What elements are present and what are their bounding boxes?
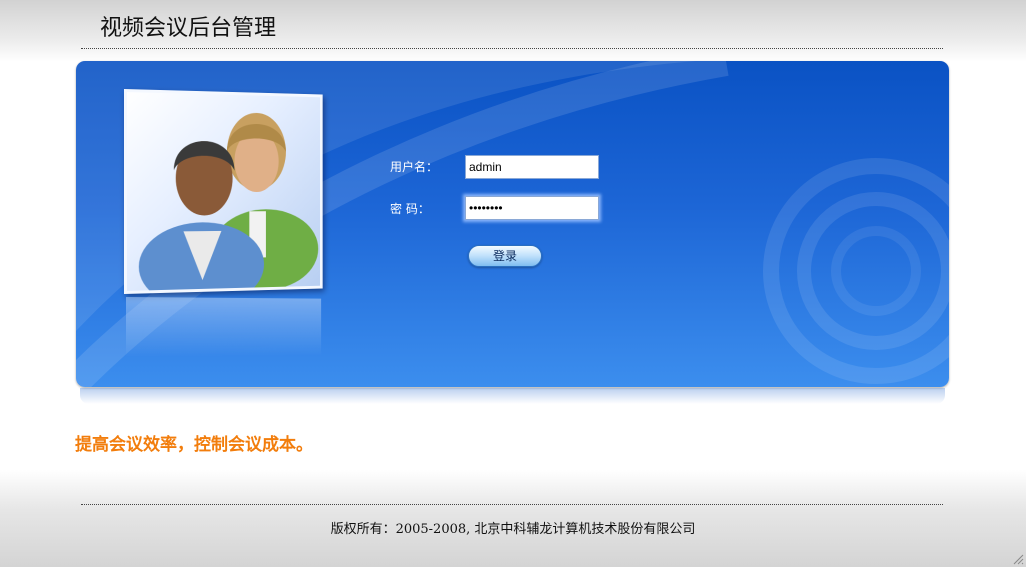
username-input[interactable] <box>465 155 599 179</box>
page-title: 视频会议后台管理 <box>100 16 277 41</box>
login-button[interactable]: 登录 <box>468 245 542 267</box>
username-label: 用户名： <box>390 160 439 174</box>
slogan: 提高会议效率，控制会议成本。 <box>75 435 313 455</box>
login-panel: 用户名： 密 码： 登录 <box>76 61 949 387</box>
users-illustration <box>124 89 323 294</box>
panel-reflection <box>80 388 945 404</box>
copyright-text: 版权所有：2005-2008, 北京中科辅龙计算机技术股份有限公司 <box>330 522 696 537</box>
password-input[interactable] <box>465 196 599 220</box>
header-divider <box>81 48 943 49</box>
footer-divider <box>81 504 943 505</box>
password-label: 密 码： <box>390 202 430 216</box>
illustration-reflection <box>126 297 322 357</box>
resize-grip-icon[interactable] <box>1012 553 1024 565</box>
users-icon <box>138 112 319 294</box>
